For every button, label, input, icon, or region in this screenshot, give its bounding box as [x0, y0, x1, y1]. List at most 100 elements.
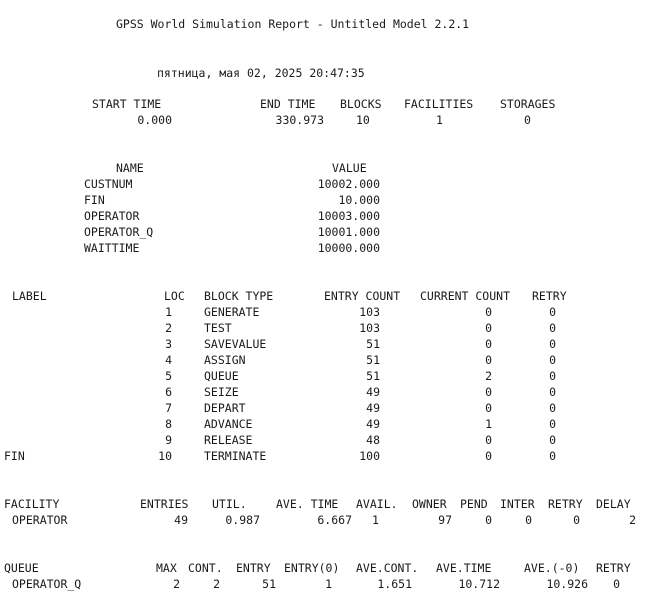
block-type: QUEUE — [204, 369, 239, 383]
name-row-label: CUSTNUM — [84, 177, 133, 191]
queue-ave-minus0: 10.926 — [546, 577, 588, 591]
facility-header-ave-time: AVE. TIME — [276, 497, 339, 511]
block-loc: 4 — [165, 353, 172, 367]
block-current-count: 0 — [485, 401, 492, 415]
facility-owner: 97 — [438, 513, 452, 527]
block-loc: 6 — [165, 385, 172, 399]
block-type: RELEASE — [204, 433, 253, 447]
queue-header-queue: QUEUE — [4, 561, 39, 575]
facility-header-owner: OWNER — [412, 497, 447, 511]
block-current-count: 0 — [485, 353, 492, 367]
name-row-label: FIN — [84, 193, 105, 207]
block-loc: 3 — [165, 337, 172, 351]
facility-entries: 49 — [174, 513, 188, 527]
block-loc: 5 — [165, 369, 172, 383]
block-retry: 0 — [549, 369, 556, 383]
facility-header-pend: PEND — [460, 497, 488, 511]
block-type: ADVANCE — [204, 417, 253, 431]
names-header-value: VALUE — [332, 161, 367, 175]
facility-header-util: UTIL. — [212, 497, 247, 511]
report-title: GPSS World Simulation Report - Untitled … — [116, 17, 470, 31]
block-loc: 8 — [165, 417, 172, 431]
names-header-name: NAME — [116, 161, 144, 175]
queue-header-max: MAX — [156, 561, 177, 575]
block-entry-count: 49 — [366, 385, 380, 399]
block-type: DEPART — [204, 401, 246, 415]
summary-header-start-time: START TIME — [92, 97, 162, 111]
facility-header-avail: AVAIL. — [356, 497, 398, 511]
name-row-value: 10.000 — [338, 193, 380, 207]
block-current-count: 0 — [485, 449, 492, 463]
facility-header-inter: INTER — [500, 497, 535, 511]
block-type: SEIZE — [204, 385, 239, 399]
blocks-header-block-type: BLOCK TYPE — [204, 289, 274, 303]
block-current-count: 0 — [485, 321, 492, 335]
block-current-count: 1 — [485, 417, 492, 431]
summary-value-start-time: 0.000 — [137, 113, 172, 127]
summary-value-facilities: 1 — [436, 113, 443, 127]
facility-delay: 2 — [629, 513, 636, 527]
block-retry: 0 — [549, 449, 556, 463]
block-retry: 0 — [549, 305, 556, 319]
block-loc: 7 — [165, 401, 172, 415]
queue-header-cont: CONT. — [188, 561, 223, 575]
block-type: TERMINATE — [204, 449, 267, 463]
summary-value-blocks: 10 — [356, 113, 370, 127]
block-current-count: 0 — [485, 337, 492, 351]
block-type: TEST — [204, 321, 232, 335]
block-label: FIN — [4, 449, 25, 463]
report-datetime: пятница, мая 02, 2025 20:47:35 — [157, 66, 365, 80]
summary-header-facilities: FACILITIES — [404, 97, 474, 111]
facility-header-facility: FACILITY — [4, 497, 60, 511]
summary-header-blocks: BLOCKS — [340, 97, 382, 111]
block-entry-count: 100 — [359, 449, 380, 463]
block-retry: 0 — [549, 385, 556, 399]
facility-pend: 0 — [485, 513, 492, 527]
facility-name: OPERATOR — [12, 513, 68, 527]
facility-avail: 1 — [372, 513, 379, 527]
facility-header-delay: DELAY — [596, 497, 631, 511]
facility-inter: 0 — [525, 513, 532, 527]
summary-header-storages: STORAGES — [500, 97, 556, 111]
block-type: ASSIGN — [204, 353, 246, 367]
queue-entry0: 1 — [325, 577, 332, 591]
name-row-label: WAITTIME — [84, 241, 140, 255]
block-retry: 0 — [549, 417, 556, 431]
queue-cont: 2 — [213, 577, 220, 591]
block-retry: 0 — [549, 321, 556, 335]
block-entry-count: 51 — [366, 353, 380, 367]
queue-header-entry: ENTRY — [236, 561, 271, 575]
facility-ave-time: 6.667 — [317, 513, 352, 527]
block-loc: 1 — [165, 305, 172, 319]
queue-ave-time: 10.712 — [458, 577, 500, 591]
blocks-header-retry: RETRY — [532, 289, 567, 303]
queue-ave-cont: 1.651 — [377, 577, 412, 591]
block-entry-count: 51 — [366, 337, 380, 351]
block-retry: 0 — [549, 401, 556, 415]
queue-retry: 0 — [613, 577, 620, 591]
block-current-count: 2 — [485, 369, 492, 383]
blocks-header-label: LABEL — [12, 289, 47, 303]
queue-name: OPERATOR_Q — [12, 577, 82, 591]
block-retry: 0 — [549, 353, 556, 367]
blocks-header-current-count: CURRENT COUNT — [420, 289, 511, 303]
facility-retry: 0 — [573, 513, 580, 527]
block-current-count: 0 — [485, 385, 492, 399]
blocks-header-loc: LOC — [164, 289, 185, 303]
block-entry-count: 49 — [366, 401, 380, 415]
queue-header-retry: RETRY — [596, 561, 631, 575]
block-type: GENERATE — [204, 305, 260, 319]
name-row-value: 10001.000 — [317, 225, 380, 239]
name-row-value: 10003.000 — [317, 209, 380, 223]
block-loc: 10 — [158, 449, 172, 463]
block-type: SAVEVALUE — [204, 337, 267, 351]
name-row-value: 10002.000 — [317, 177, 380, 191]
summary-value-storages: 0 — [524, 113, 531, 127]
block-entry-count: 103 — [359, 305, 380, 319]
facility-util: 0.987 — [225, 513, 260, 527]
queue-header-ave-time: AVE.TIME — [436, 561, 492, 575]
facility-header-retry: RETRY — [548, 497, 583, 511]
facility-header-entries: ENTRIES — [140, 497, 189, 511]
block-entry-count: 51 — [366, 369, 380, 383]
summary-header-end-time: END TIME — [260, 97, 316, 111]
